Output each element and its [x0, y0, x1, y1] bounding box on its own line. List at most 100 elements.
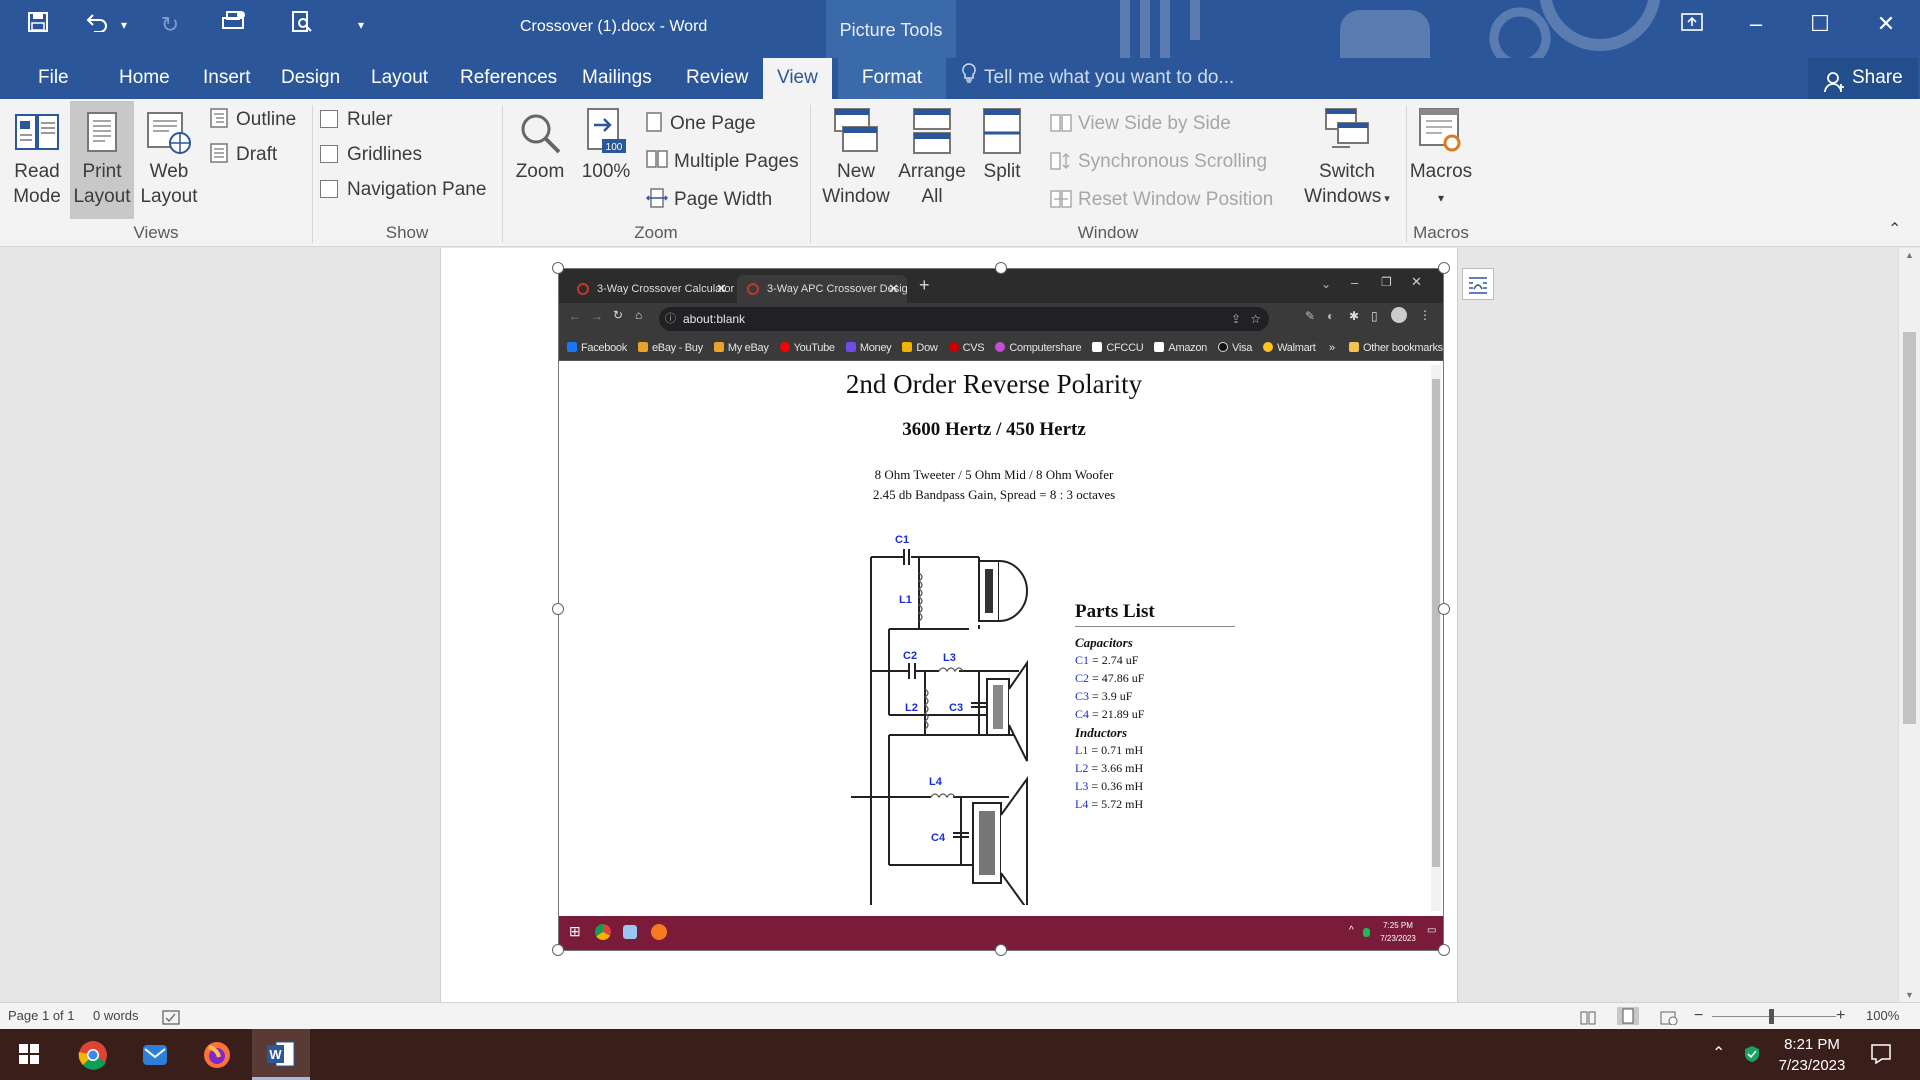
taskbar-clock[interactable]: 8:21 PM 7/23/2023: [1756, 1034, 1868, 1076]
read-mode-button[interactable]: Read Mode: [8, 111, 66, 209]
inductor-row: L4 = 5.72 mH: [1075, 795, 1235, 813]
navigation-pane-checkbox[interactable]: Navigation Pane: [320, 175, 486, 205]
navigation-pane-label: Navigation Pane: [347, 179, 487, 200]
page-width-button[interactable]: Page Width: [646, 185, 772, 215]
site-favicon-icon: [577, 283, 589, 295]
draft-label: Draft: [236, 144, 278, 165]
new-window-button[interactable]: New Window: [816, 107, 896, 209]
maximize-button[interactable]: ☐: [1788, 0, 1852, 48]
action-center-icon[interactable]: [1870, 1043, 1892, 1070]
new-tab-icon: +: [919, 275, 930, 295]
tab-design[interactable]: Design: [267, 58, 354, 99]
one-page-button[interactable]: One Page: [646, 109, 756, 139]
resize-handle-top-left[interactable]: [552, 262, 564, 274]
taskbar-firefox[interactable]: [188, 1029, 246, 1080]
embedded-picture[interactable]: 3-Way Crossover Calculator / De✕ 3-Way A…: [558, 268, 1444, 951]
label-c4: C4: [931, 832, 946, 844]
scroll-down-icon[interactable]: ▼: [1905, 990, 1914, 1000]
arrange-all-button[interactable]: Arrange All: [894, 107, 970, 209]
inductor-list: L1 = 0.71 mH L2 = 3.66 mH L3 = 0.36 mH L4 =…: [1075, 741, 1235, 813]
word-count[interactable]: 0 words: [93, 1003, 139, 1029]
web-layout-button[interactable]: Web Layout: [138, 111, 200, 209]
zoom-slider[interactable]: [1712, 1016, 1836, 1017]
share-button[interactable]: Share: [1808, 58, 1918, 99]
resize-handle-right[interactable]: [1438, 603, 1450, 615]
ribbon-display-options-icon[interactable]: [1660, 0, 1724, 48]
resize-handle-bottom-right[interactable]: [1438, 944, 1450, 956]
start-button[interactable]: [0, 1029, 58, 1080]
print-layout-button[interactable]: Print Layout: [70, 101, 134, 219]
tab-home[interactable]: Home: [105, 58, 184, 99]
zoom-in-icon[interactable]: +: [1836, 1003, 1845, 1029]
zoom-100-button[interactable]: 100 100%: [576, 107, 636, 184]
tab-review[interactable]: Review: [672, 58, 762, 99]
zoom-out-icon[interactable]: −: [1694, 1003, 1703, 1029]
taskbar-chrome[interactable]: [64, 1029, 122, 1080]
zoom-level[interactable]: 100%: [1866, 1003, 1899, 1029]
switch-windows-button[interactable]: Switch Windows ▾: [1294, 107, 1400, 212]
ebay-icon: [637, 342, 648, 352]
title-bar-decoration: [1120, 0, 1661, 58]
undo-dropdown-icon[interactable]: ▾: [114, 10, 134, 40]
resize-handle-bottom[interactable]: [995, 944, 1007, 956]
vertical-scrollbar[interactable]: ▲ ▼: [1898, 248, 1920, 1002]
browser-tab-strip: 3-Way Crossover Calculator / De✕ 3-Way A…: [559, 269, 1443, 303]
tab-format[interactable]: Format: [838, 58, 946, 99]
taskbar-mail[interactable]: [126, 1029, 184, 1080]
browser-url-text: about:blank: [683, 312, 746, 326]
ruler-checkbox[interactable]: Ruler: [320, 105, 392, 135]
scroll-up-icon[interactable]: ▲: [1905, 250, 1914, 260]
customize-qat-icon[interactable]: ▾: [348, 10, 374, 40]
multiple-pages-button[interactable]: Multiple Pages: [646, 147, 799, 177]
facebook-icon: [567, 342, 577, 352]
zoom-button[interactable]: Zoom: [510, 111, 570, 184]
tell-me-search[interactable]: Tell me what you want to do...: [962, 58, 1234, 99]
arrange-all-icon: [913, 108, 951, 154]
windows-logo-icon: [19, 1044, 39, 1064]
save-icon[interactable]: [20, 10, 56, 40]
gridlines-check-box[interactable]: [320, 145, 338, 163]
label-c3: C3: [949, 702, 963, 714]
resize-handle-bottom-left[interactable]: [552, 944, 564, 956]
cfccu-icon: [1092, 342, 1103, 352]
capacitor-row-id: C4: [1075, 707, 1090, 721]
tab-mailings[interactable]: Mailings: [568, 58, 666, 99]
gridlines-checkbox[interactable]: Gridlines: [320, 140, 422, 170]
ribbon-tabs: File Home Insert Design Layout Reference…: [0, 58, 1920, 99]
resize-handle-left[interactable]: [552, 603, 564, 615]
ruler-check-box[interactable]: [320, 110, 338, 128]
outline-button[interactable]: Outline: [210, 105, 296, 135]
macros-icon: [1419, 108, 1461, 152]
taskbar-word[interactable]: W: [252, 1029, 310, 1080]
label-c1: C1: [895, 534, 909, 546]
page-count[interactable]: Page 1 of 1: [8, 1003, 75, 1029]
tab-references[interactable]: References: [446, 58, 571, 99]
word-icon: W: [267, 1041, 295, 1067]
tab-file[interactable]: File: [24, 58, 83, 99]
web-layout-icon: [147, 112, 191, 154]
scrollbar-thumb[interactable]: [1903, 332, 1916, 724]
bookmark-label: CFCCU: [1106, 342, 1144, 354]
resize-handle-top-right[interactable]: [1438, 262, 1450, 274]
draft-button[interactable]: Draft: [210, 140, 277, 170]
macros-button[interactable]: Macros ▾: [1406, 107, 1476, 211]
collapse-ribbon-icon[interactable]: ⌃: [1888, 215, 1901, 245]
tab-insert[interactable]: Insert: [189, 58, 265, 99]
close-button[interactable]: ✕: [1854, 0, 1918, 48]
split-button[interactable]: Split: [972, 107, 1032, 184]
minimize-button[interactable]: –: [1724, 0, 1788, 48]
browser-tab-2-label: 3-Way APC Crossover Design Re: [767, 283, 907, 295]
outline-label: Outline: [236, 109, 297, 130]
tray-chevron-icon[interactable]: ⌃: [1712, 1043, 1725, 1063]
layout-options-button[interactable]: [1462, 268, 1494, 300]
navigation-pane-check-box[interactable]: [320, 180, 338, 198]
label-l4: L4: [929, 776, 943, 788]
print-preview-icon[interactable]: [216, 10, 252, 40]
tab-layout[interactable]: Layout: [357, 58, 442, 99]
print-layout-status-icon[interactable]: [1617, 1007, 1639, 1025]
resize-handle-top[interactable]: [995, 262, 1007, 274]
undo-icon[interactable]: [82, 10, 112, 40]
zoom-slider-thumb[interactable]: [1769, 1009, 1774, 1024]
tab-view[interactable]: View: [763, 58, 832, 99]
print-layout-quick-icon[interactable]: [284, 10, 320, 40]
